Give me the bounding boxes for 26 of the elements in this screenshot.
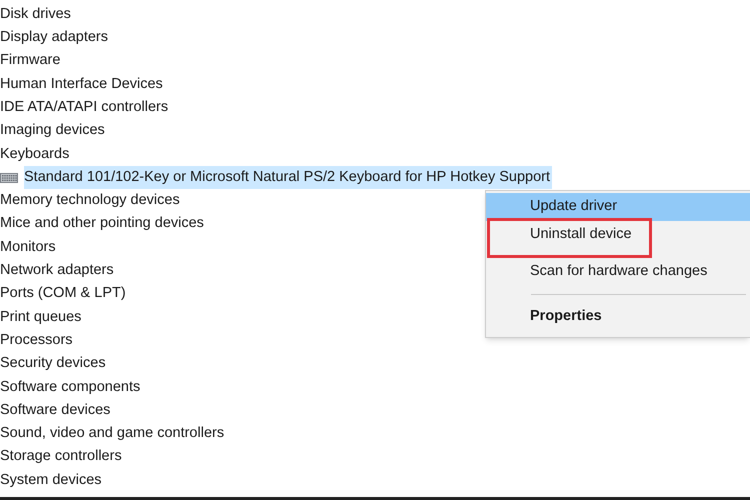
tree-item[interactable]: Software devices xyxy=(0,399,110,422)
tree-item[interactable]: Firmware xyxy=(0,50,60,73)
tree-item[interactable]: Software components xyxy=(0,376,140,400)
tree-item[interactable]: Network adapters xyxy=(0,259,114,283)
tree-item[interactable]: Human Interface Devices xyxy=(0,72,163,96)
menu-item[interactable]: Scan for hardware changes xyxy=(486,258,750,286)
menu-item[interactable]: Properties xyxy=(486,303,750,331)
tree-item[interactable]: Storage controllers xyxy=(0,446,122,469)
tree-item[interactable]: Memory technology devices xyxy=(0,189,180,213)
menu-item[interactable]: Update driver xyxy=(486,193,750,221)
tree-item[interactable]: Ports (COM & LPT) xyxy=(0,282,126,306)
tree-item[interactable]: Processors xyxy=(0,329,73,352)
menu-item[interactable]: Uninstall device xyxy=(486,221,750,249)
tree-item[interactable]: Security devices xyxy=(0,352,106,376)
tree-item[interactable]: IDE ATA/ATAPI controllers xyxy=(0,96,168,120)
tree-item[interactable]: Monitors xyxy=(0,236,56,260)
tree-item[interactable]: Sound, video and game controllers xyxy=(0,422,224,446)
tree-item[interactable]: Keyboards xyxy=(0,142,70,166)
tree-item[interactable]: Standard 101/102-Key or Microsoft Natural PS/2 Keyboard for HP Hotkey Support xyxy=(24,166,552,190)
keyboard-icon xyxy=(0,172,18,184)
tree-item[interactable]: Display adapters xyxy=(0,26,108,50)
tree-item[interactable]: Print queues xyxy=(0,306,82,330)
tree-item[interactable]: Mice and other pointing devices xyxy=(0,212,204,236)
tree-item[interactable]: Disk drives xyxy=(0,3,71,26)
tree-item[interactable]: System devices xyxy=(0,468,102,492)
tree-item[interactable]: Imaging devices xyxy=(0,119,105,143)
